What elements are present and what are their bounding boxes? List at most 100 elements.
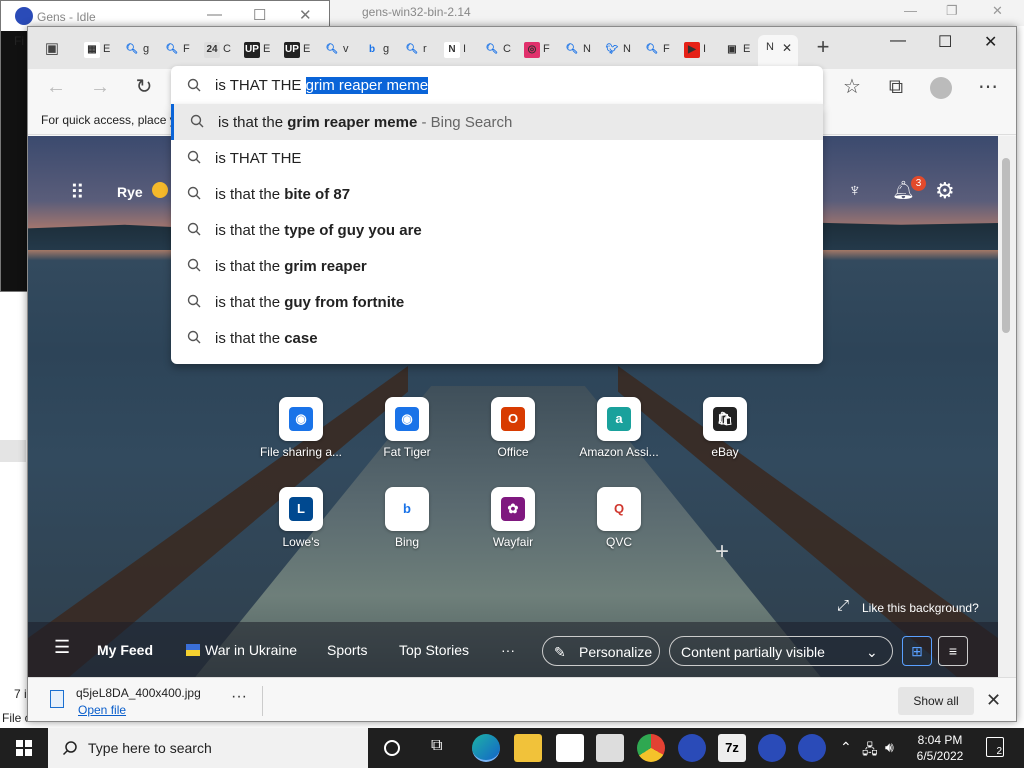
content-visibility-dropdown[interactable]: Content partially visible ⌄: [669, 636, 893, 666]
close-tab-icon[interactable]: ✕: [782, 41, 792, 55]
minimize-icon[interactable]: —: [904, 3, 917, 18]
weather-icon[interactable]: [152, 182, 168, 198]
browser-tab[interactable]: 🔍︎ N: [558, 37, 598, 63]
cortana-icon[interactable]: [384, 740, 400, 756]
suggestion-item[interactable]: is that the guy from fortnite: [171, 284, 823, 320]
quick-link-tile[interactable]: a Amazon Assi...: [569, 397, 669, 459]
quick-link-tile[interactable]: ◉ File sharing a...: [251, 397, 351, 459]
add-site-button[interactable]: +: [715, 538, 729, 566]
download-file-name[interactable]: q5jeL8DA_400x400.jpg: [76, 686, 201, 700]
close-icon[interactable]: ✕: [299, 6, 312, 24]
chrome-icon[interactable]: [637, 734, 665, 762]
favorites-star-icon[interactable]: ☆: [840, 75, 864, 99]
open-file-link[interactable]: Open file: [78, 703, 126, 717]
browser-tab[interactable]: 24 C: [198, 37, 238, 63]
suggestion-item[interactable]: is that the grim reaper: [171, 248, 823, 284]
windows-start-icon[interactable]: [0, 728, 48, 768]
apps-grid-icon[interactable]: ⠿: [70, 180, 85, 205]
browser-tab[interactable]: 🔍︎ v: [318, 37, 358, 63]
tab-war-in-ukraine[interactable]: War in Ukraine: [205, 642, 297, 658]
suggestion-prefix: is that the: [215, 258, 285, 275]
browser-tab[interactable]: 🔍︎ F: [638, 37, 678, 63]
quick-link-tile[interactable]: ◉ Fat Tiger: [357, 397, 457, 459]
address-input[interactable]: is THAT THE grim reaper meme: [215, 77, 429, 94]
gens-icon[interactable]: [798, 734, 826, 762]
browser-tab[interactable]: bg: [358, 37, 398, 63]
microsoft-store-icon[interactable]: [556, 734, 584, 762]
clock[interactable]: 8:04 PM 6/5/2022: [910, 732, 970, 764]
expand-icon[interactable]: ⤢: [837, 597, 849, 614]
list-view-button[interactable]: ≡: [938, 636, 968, 666]
browser-tab[interactable]: ▣ E: [718, 37, 758, 63]
action-center-icon[interactable]: 2: [986, 737, 1004, 757]
forward-button[interactable]: →: [88, 75, 112, 99]
browser-tab[interactable]: UP E: [238, 37, 278, 63]
suggestion-item[interactable]: is that the bite of 87: [171, 176, 823, 212]
maximize-icon[interactable]: ☐: [253, 6, 266, 24]
mail-icon[interactable]: [596, 734, 624, 762]
browser-tab[interactable]: 🔍︎ r: [398, 37, 438, 63]
close-icon[interactable]: ✕: [992, 3, 1003, 19]
tray-chevron-icon[interactable]: ⌃: [840, 739, 852, 756]
browser-tab[interactable]: ▦ E: [78, 37, 118, 63]
show-all-button[interactable]: Show all: [898, 687, 974, 715]
maximize-icon[interactable]: ☐: [938, 32, 952, 52]
minimize-icon[interactable]: —: [890, 32, 906, 50]
collections-icon[interactable]: ⧉: [884, 75, 908, 99]
task-view-icon[interactable]: ⧉: [431, 737, 442, 755]
address-bar[interactable]: is THAT THE grim reaper meme: [171, 66, 823, 104]
page-scrollbar[interactable]: [998, 136, 1016, 677]
browser-tab[interactable]: NI: [438, 37, 478, 63]
suggestion-item[interactable]: is that the grim reaper meme - Bing Sear…: [171, 104, 823, 140]
new-tab-button[interactable]: +: [811, 35, 835, 59]
suggestion-item[interactable]: is THAT THE: [171, 140, 823, 176]
quick-link-tile[interactable]: O Office: [463, 397, 563, 459]
browser-tab[interactable]: N ✕: [758, 35, 798, 69]
refresh-button[interactable]: ↻: [132, 75, 156, 99]
taskbar-search-box[interactable]: Type here to search: [48, 728, 368, 768]
rewards-icon[interactable]: ♆: [848, 180, 862, 201]
gens-icon[interactable]: [678, 734, 706, 762]
browser-tab[interactable]: ▶ I: [678, 37, 718, 63]
hamburger-menu-icon[interactable]: ☰: [54, 637, 70, 658]
restore-icon[interactable]: ❐: [946, 3, 958, 19]
back-button[interactable]: ←: [44, 75, 68, 99]
quick-link-tile[interactable]: b Bing: [357, 487, 457, 549]
7zip-icon[interactable]: 7z: [718, 734, 746, 762]
grid-view-button[interactable]: ⊞: [902, 636, 932, 666]
browser-tab[interactable]: ◎ F: [518, 37, 558, 63]
quick-link-tile[interactable]: ✿ Wayfair: [463, 487, 563, 549]
minimize-icon[interactable]: —: [207, 6, 222, 23]
tab-sports[interactable]: Sports: [327, 642, 367, 658]
edge-taskbar-icon[interactable]: [472, 734, 500, 762]
browser-tab[interactable]: 🐦︎ N: [598, 37, 638, 63]
like-background-link[interactable]: Like this background?: [862, 601, 979, 615]
file-explorer-icon[interactable]: [514, 734, 542, 762]
quick-link-tile[interactable]: L Lowe's: [251, 487, 351, 549]
tab-actions-icon[interactable]: ▣: [40, 37, 64, 61]
browser-tab[interactable]: 🔍︎ g: [118, 37, 158, 63]
tab-top-stories[interactable]: Top Stories: [399, 642, 469, 658]
gens-icon[interactable]: [758, 734, 786, 762]
suggestion-item[interactable]: is that the case: [171, 320, 823, 356]
network-icon[interactable]: 🖧︎: [862, 739, 878, 763]
user-name[interactable]: Rye: [117, 184, 143, 200]
browser-tab[interactable]: 🔍︎ C: [478, 37, 518, 63]
tab-my-feed[interactable]: My Feed: [97, 642, 153, 658]
quick-link-tile[interactable]: 🛍︎ eBay: [675, 397, 775, 459]
download-more-icon[interactable]: ···: [231, 688, 247, 706]
close-download-bar-icon[interactable]: ✕: [986, 690, 1001, 711]
more-menu-icon[interactable]: ⋯: [976, 75, 1000, 99]
profile-avatar[interactable]: [930, 77, 952, 99]
more-tabs-icon[interactable]: ···: [501, 642, 515, 658]
personalize-button[interactable]: ✎ Personalize: [542, 636, 660, 666]
volume-icon[interactable]: 🔊︎: [885, 739, 894, 756]
settings-gear-icon[interactable]: ⚙: [935, 178, 955, 204]
background-window[interactable]: gens-win32-bin-2.14 — ❐ ✕: [330, 0, 1024, 26]
suggestion-item[interactable]: is that the type of guy you are: [171, 212, 823, 248]
scrollbar-thumb[interactable]: [1002, 158, 1010, 333]
browser-tab[interactable]: UP E: [278, 37, 318, 63]
quick-link-tile[interactable]: Q QVC: [569, 487, 669, 549]
close-icon[interactable]: ✕: [984, 32, 997, 52]
browser-tab[interactable]: 🔍︎ F: [158, 37, 198, 63]
